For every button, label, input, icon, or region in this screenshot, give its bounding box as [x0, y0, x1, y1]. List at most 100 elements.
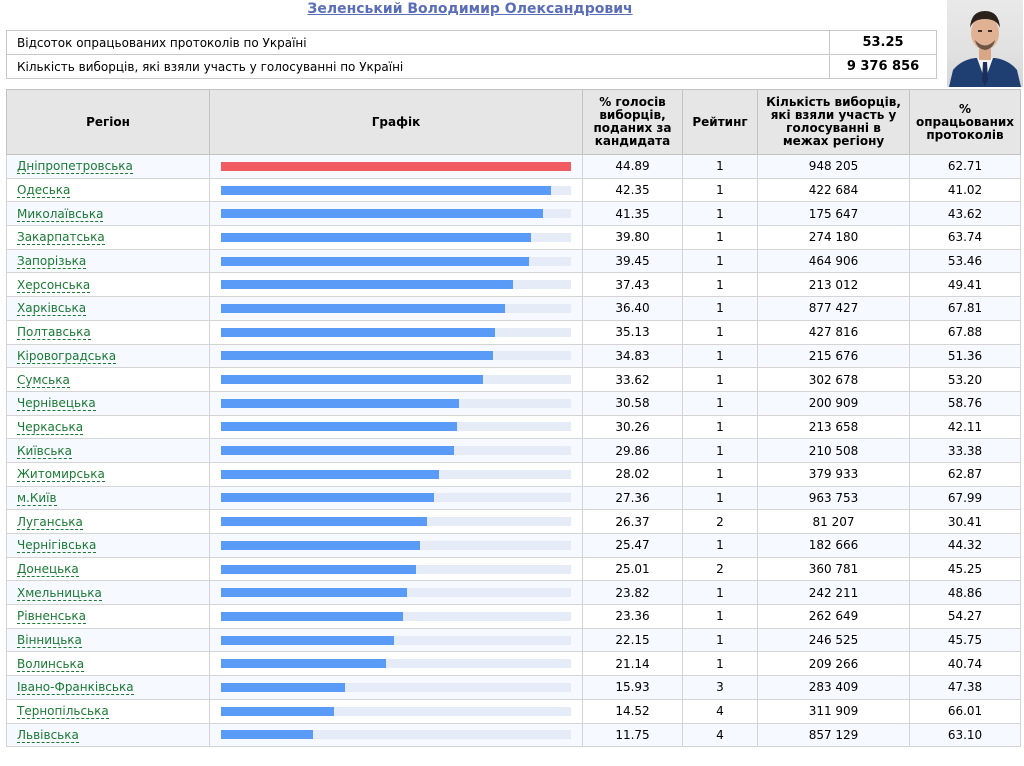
rating-cell: 4: [682, 698, 758, 724]
chart-cell: [209, 367, 583, 392]
percent-bar: [221, 232, 532, 242]
table-row: Кіровоградська 34.83 1 215 676 51.36: [6, 343, 1021, 369]
protocols-cell: 62.87: [909, 461, 1021, 487]
chart-cell: [209, 177, 583, 203]
region-link[interactable]: Івано-Франківська: [17, 680, 134, 696]
percent-cell: 28.02: [582, 461, 683, 487]
percent-cell: 27.36: [582, 485, 683, 511]
chart-cell: [209, 651, 583, 677]
protocols-cell: 45.75: [909, 627, 1021, 653]
protocols-cell: 53.46: [909, 248, 1021, 274]
region-cell: Полтавська: [6, 319, 210, 345]
results-table: Регіон Графік % голосів виборців, подани…: [6, 89, 1021, 748]
percent-bar: [221, 493, 435, 503]
table-row: Одеська 42.35 1 422 684 41.02: [6, 177, 1021, 203]
region-link[interactable]: Рівненська: [17, 609, 86, 625]
region-link[interactable]: Луганська: [17, 514, 83, 530]
summary-label: Кількість виборців, які взяли участь у г…: [6, 54, 830, 79]
rating-cell: 1: [682, 248, 758, 274]
region-cell: Рівненська: [6, 604, 210, 629]
region-link[interactable]: м.Київ: [17, 490, 57, 506]
region-link[interactable]: Львівська: [17, 727, 79, 743]
chart-cell: [209, 296, 583, 321]
bar-track: [221, 682, 571, 692]
protocols-cell: 43.62: [909, 201, 1021, 227]
percent-cell: 11.75: [582, 722, 683, 748]
table-row: Сумська 33.62 1 302 678 53.20: [6, 367, 1021, 392]
region-link[interactable]: Полтавська: [17, 325, 91, 341]
region-link[interactable]: Закарпатська: [17, 230, 105, 246]
protocols-cell: 33.38: [909, 438, 1021, 463]
percent-bar: [221, 635, 394, 645]
region-cell: Херсонська: [6, 272, 210, 298]
header-region[interactable]: Регіон: [6, 89, 210, 155]
chart-cell: [209, 343, 583, 369]
table-row: Харківська 36.40 1 877 427 67.81: [6, 296, 1021, 321]
percent-cell: 34.83: [582, 343, 683, 369]
protocols-cell: 41.02: [909, 177, 1021, 203]
region-link[interactable]: Кіровоградська: [17, 348, 117, 364]
region-link[interactable]: Дніпропетровська: [17, 159, 133, 175]
header-protocols[interactable]: % опрацьованих протоколів: [909, 89, 1021, 155]
region-link[interactable]: Одеська: [17, 183, 71, 199]
voters-cell: 81 207: [757, 509, 910, 534]
voters-cell: 427 816: [757, 319, 910, 345]
candidate-photo: [947, 0, 1023, 87]
header-chart[interactable]: Графік: [209, 89, 583, 155]
rating-cell: 1: [682, 177, 758, 203]
chart-cell: [209, 604, 583, 629]
bar-track: [221, 611, 571, 621]
rating-cell: 4: [682, 722, 758, 748]
percent-bar: [221, 161, 571, 171]
region-link[interactable]: Черкаська: [17, 419, 84, 435]
region-link[interactable]: Харківська: [17, 301, 87, 317]
table-header-row: Регіон Графік % голосів виборців, подани…: [6, 89, 1021, 155]
percent-bar: [221, 422, 457, 432]
rating-cell: 1: [682, 319, 758, 345]
table-row: Донецька 25.01 2 360 781 45.25: [6, 556, 1021, 582]
bar-track: [221, 730, 571, 740]
rating-cell: 1: [682, 604, 758, 629]
rating-cell: 1: [682, 414, 758, 440]
region-link[interactable]: Київська: [17, 443, 72, 459]
region-link[interactable]: Вінницька: [17, 633, 82, 649]
protocols-cell: 63.10: [909, 722, 1021, 748]
region-link[interactable]: Донецька: [17, 562, 79, 578]
percent-cell: 25.47: [582, 533, 683, 558]
region-cell: Дніпропетровська: [6, 154, 210, 179]
bar-track: [221, 540, 571, 550]
header-percent[interactable]: % голосів виборців, поданих за кандидата: [582, 89, 683, 155]
percent-bar: [221, 659, 386, 669]
percent-cell: 30.58: [582, 390, 683, 416]
region-link[interactable]: Сумська: [17, 372, 70, 388]
chart-cell: [209, 319, 583, 345]
table-row: Запорізька 39.45 1 464 906 53.46: [6, 248, 1021, 274]
chart-cell: [209, 533, 583, 558]
region-link[interactable]: Тернопільська: [17, 704, 109, 720]
region-link[interactable]: Чернігівська: [17, 538, 97, 554]
region-link[interactable]: Миколаївська: [17, 206, 104, 222]
region-link[interactable]: Херсонська: [17, 277, 91, 293]
percent-cell: 21.14: [582, 651, 683, 677]
region-link[interactable]: Житомирська: [17, 467, 105, 483]
percent-bar: [221, 682, 346, 692]
region-link[interactable]: Волинська: [17, 656, 85, 672]
table-row: Закарпатська 39.80 1 274 180 63.74: [6, 225, 1021, 250]
bar-track: [221, 375, 571, 385]
summary-row-protocols: Відсоток опрацьованих протоколів по Укра…: [6, 30, 937, 55]
table-row: Хмельницька 23.82 1 242 211 48.86: [6, 580, 1021, 606]
header-rating[interactable]: Рейтинг: [682, 89, 758, 155]
candidate-name-link[interactable]: Зеленський Володимир Олександрович: [0, 0, 940, 18]
region-link[interactable]: Хмельницька: [17, 585, 102, 601]
protocols-cell: 45.25: [909, 556, 1021, 582]
region-link[interactable]: Чернівецька: [17, 396, 96, 412]
region-cell: Кіровоградська: [6, 343, 210, 369]
region-cell: Чернівецька: [6, 390, 210, 416]
bar-track: [221, 256, 571, 266]
bar-track: [221, 351, 571, 361]
region-cell: Тернопільська: [6, 698, 210, 724]
percent-bar: [221, 398, 460, 408]
header-voters[interactable]: Кількість виборців, які взяли участь у г…: [757, 89, 910, 155]
region-link[interactable]: Запорізька: [17, 254, 87, 270]
protocols-cell: 67.88: [909, 319, 1021, 345]
